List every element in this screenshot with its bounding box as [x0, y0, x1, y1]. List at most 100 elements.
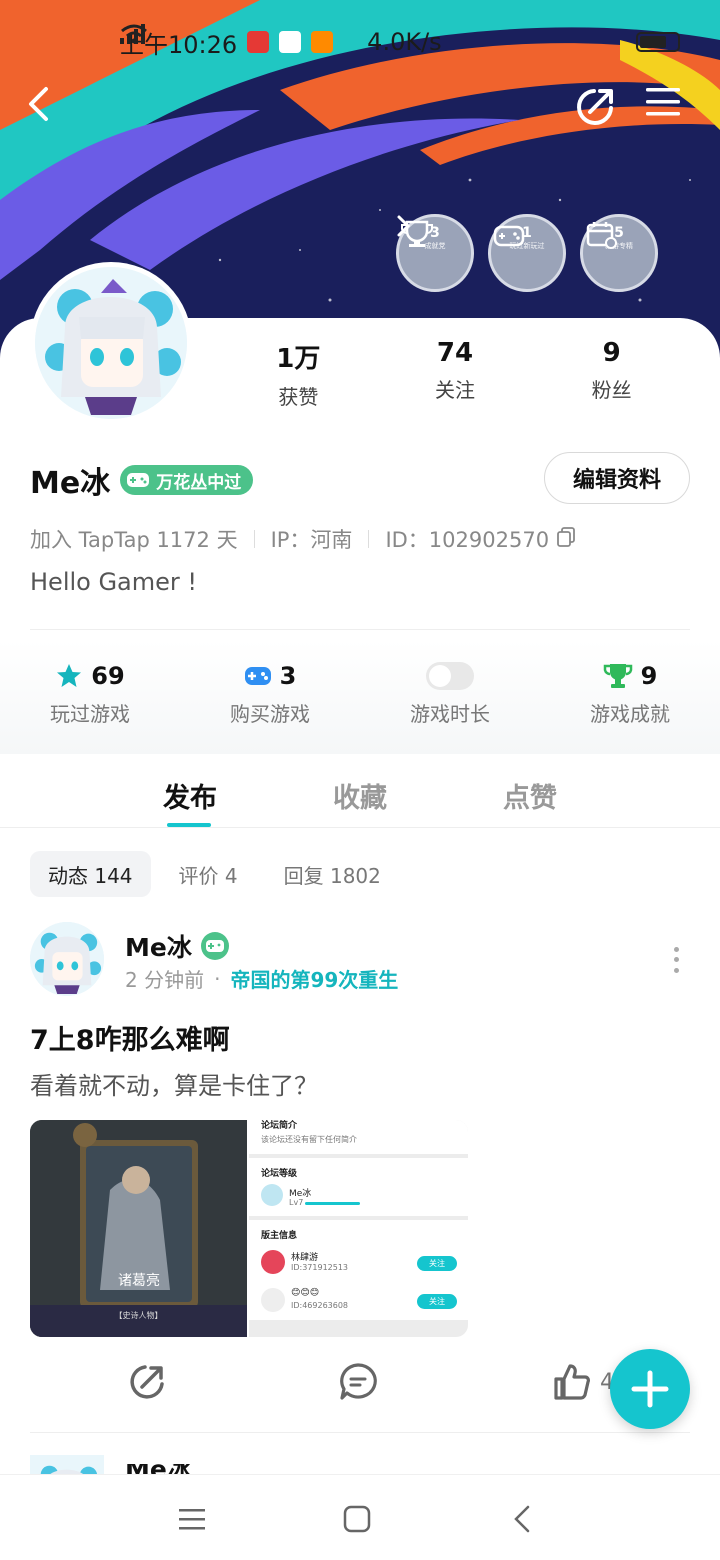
hamburger-icon [179, 1509, 205, 1530]
back-button[interactable] [26, 86, 74, 134]
system-back-button[interactable] [502, 1499, 542, 1539]
stat-label: 购买游戏 [230, 702, 310, 726]
games-played[interactable]: 69 玩过游戏 [0, 640, 180, 754]
copy-id-button[interactable] [557, 526, 575, 552]
avatar [261, 1288, 285, 1312]
avatar-image [30, 922, 104, 996]
hamburger-icon [646, 88, 680, 116]
ip-location: IP：河南 [270, 528, 353, 552]
moderator-name: 😊😊😊 [291, 1288, 320, 1298]
signal-icons [120, 24, 680, 52]
post-comment-button[interactable] [336, 1360, 380, 1404]
post-more-button[interactable] [664, 944, 688, 976]
stat-label: 获赞 [278, 385, 319, 409]
divider [368, 530, 370, 548]
post-share-button[interactable] [125, 1360, 169, 1404]
achievement-badge[interactable]: 5 新游专精 [580, 214, 658, 292]
game-stats: 69 玩过游戏 3 购买游戏 游戏时长 9 游戏成就 [0, 640, 720, 754]
subtab-moments[interactable]: 动态 144 [30, 851, 151, 897]
subtab-reviews[interactable]: 评价 4 [161, 851, 256, 897]
post-author-name[interactable]: Me冰 [125, 928, 192, 964]
post-body[interactable]: 看着就不动，算是卡住了？ [30, 1066, 318, 1101]
chevron-right-icon [397, 215, 411, 237]
stat-label: 玩过游戏 [50, 702, 130, 726]
comment-icon [340, 1363, 377, 1400]
section-text: 该论坛还没有留下任何简介 [261, 1135, 357, 1144]
post-time: 2 分钟前 [125, 968, 205, 992]
divider [253, 530, 255, 548]
achievement-badge[interactable]: 1 玩过新玩过 [488, 214, 566, 292]
create-post-button[interactable] [610, 1349, 690, 1429]
play-time-toggle[interactable] [426, 662, 474, 690]
notification-icon [311, 31, 334, 53]
verified-badge-icon [200, 932, 229, 960]
profile-bio: Hello Gamer ! [30, 568, 198, 596]
stat-following[interactable]: 74 关注 [377, 338, 534, 410]
stat-label: 粉丝 [591, 378, 632, 402]
copy-icon [557, 526, 575, 547]
game-achievements[interactable]: 9 游戏成就 [540, 640, 720, 754]
joined-days: 加入 TapTap 1172 天 [30, 528, 238, 552]
tab-favorites[interactable]: 收藏 [275, 756, 445, 827]
games-purchased[interactable]: 3 购买游戏 [180, 640, 360, 754]
chevron-left-icon [29, 87, 48, 121]
system-nav-bar [0, 1474, 720, 1560]
section-title: 论坛等级 [261, 1169, 298, 1179]
wifi-icon [121, 24, 147, 44]
stat-followers[interactable]: 9 粉丝 [533, 338, 690, 410]
gamepad-icon [127, 473, 150, 487]
section-title: 版主信息 [261, 1231, 298, 1241]
next-post-avatar[interactable] [30, 1455, 104, 1475]
network-speed: 4.0K/s [367, 28, 442, 56]
hero-name: 诸葛亮 [118, 1273, 160, 1289]
gamepad-icon [493, 225, 525, 247]
more-dot [673, 968, 679, 974]
tab-posts[interactable]: 发布 [105, 756, 275, 827]
avatar-image [30, 1455, 104, 1475]
post-image[interactable]: 论坛简介 该论坛还没有留下任何简介 论坛等级 Me冰 Lv7 版主信息 林肆游 … [249, 1120, 468, 1337]
moderator-id: ID:371912513 [291, 1263, 349, 1272]
post-like-button[interactable] [550, 1360, 594, 1404]
gamepad-icon [244, 667, 271, 685]
avatar[interactable] [30, 262, 192, 424]
moderator-section: 版主信息 林肆游 ID:371912513 关注 😊😊😊 ID:46926360… [249, 1220, 468, 1320]
image-caption: 【史诗人物】 [114, 1311, 163, 1320]
level-tag[interactable]: 万花丛中过 [120, 465, 254, 495]
user-id: ID：102902570 [385, 528, 550, 552]
notification-icon [247, 31, 270, 53]
play-time[interactable]: 游戏时长 [360, 640, 540, 754]
game-screenshot [30, 1120, 247, 1337]
post-author-avatar[interactable] [30, 922, 104, 996]
tab-likes[interactable]: 点赞 [445, 756, 615, 827]
chevron-left-icon [514, 1505, 530, 1533]
stat-label: 游戏成就 [590, 702, 670, 726]
home-button[interactable] [337, 1499, 377, 1539]
stat-value: 74 [436, 338, 474, 368]
profile-name-row: Me冰 万花丛中过 [30, 458, 254, 502]
follow-button: 关注 [417, 1256, 457, 1271]
recent-apps-button[interactable] [172, 1499, 212, 1539]
forum-level-section: 论坛等级 Me冰 Lv7 [249, 1158, 468, 1216]
content-tabs: 发布 收藏 点赞 [0, 756, 720, 828]
share-button[interactable] [574, 86, 622, 134]
avatar-image [35, 267, 187, 419]
stat-label: 关注 [435, 378, 475, 402]
profile-name: Me冰 [30, 466, 111, 501]
post-author-row: Me冰 [125, 928, 230, 964]
post-game-link[interactable]: 帝国的第99次重生 [230, 964, 398, 993]
stat-value: 3 [279, 662, 297, 690]
more-dot [673, 946, 679, 952]
subtab-replies[interactable]: 回复 1802 [266, 851, 399, 897]
plus-icon [631, 1370, 669, 1408]
stat-label: 游戏时长 [410, 702, 490, 726]
stat-likes[interactable]: 1万 获赞 [220, 338, 377, 410]
edit-profile-button[interactable]: 编辑资料 [544, 452, 690, 504]
menu-button[interactable] [646, 86, 694, 134]
post-image[interactable]: 诸葛亮 【史诗人物】 [30, 1120, 247, 1337]
post-meta: 2 分钟前 · 帝国的第99次重生 [125, 964, 398, 993]
user-level: Lv7 [289, 1198, 304, 1207]
stat-value: 9 [602, 338, 621, 368]
post-title[interactable]: 7上8咋那么难啊 [30, 1018, 230, 1057]
share-icon [577, 89, 613, 125]
follow-button: 关注 [417, 1294, 457, 1309]
